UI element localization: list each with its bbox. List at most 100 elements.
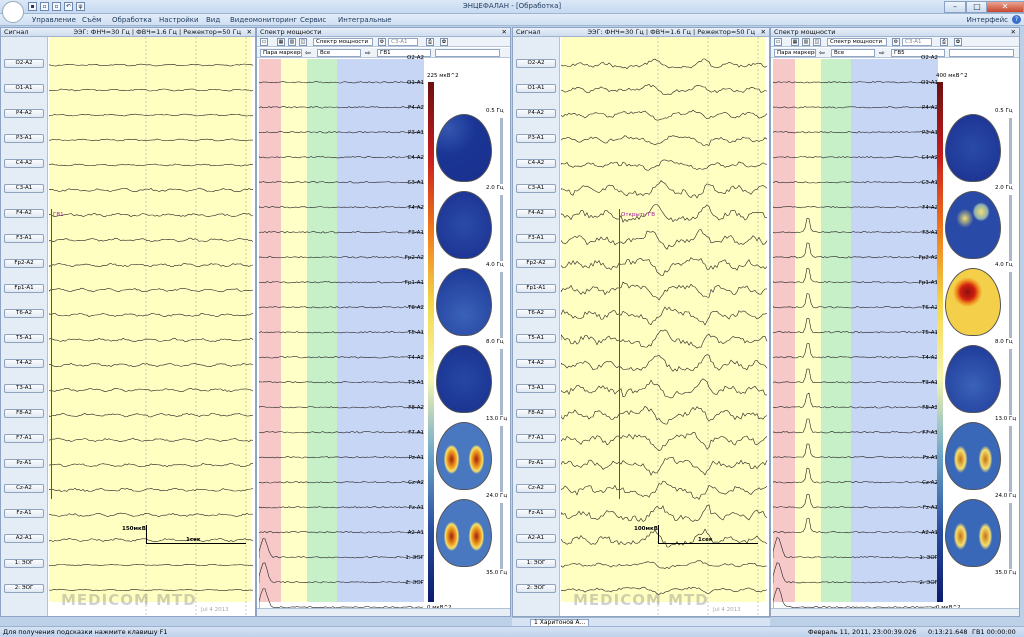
channel-button[interactable]: F8-A2	[4, 409, 44, 418]
channel-button[interactable]: Fz-A1	[516, 509, 556, 518]
menu-item-settings[interactable]: Настройки	[159, 16, 199, 24]
menu-item-integral[interactable]: Интегральные	[338, 16, 392, 24]
bars-icon[interactable]: ▥	[288, 38, 296, 46]
channel-button[interactable]: P4-A2	[4, 109, 44, 118]
frequency-slider[interactable]	[1009, 272, 1012, 338]
channel-button[interactable]: T5-A1	[516, 334, 556, 343]
close-icon[interactable]: ✕	[761, 28, 766, 37]
chart-icon[interactable]: ◫	[813, 38, 821, 46]
channel-button[interactable]: Fz-A1	[4, 509, 44, 518]
marker-label[interactable]: ГВ1	[53, 212, 64, 218]
menu-item-recording[interactable]: Съём	[82, 16, 101, 24]
channel-button[interactable]: P3-A1	[516, 134, 556, 143]
channel-button[interactable]: T6-A2	[516, 309, 556, 318]
channel-button[interactable]: F3-A1	[516, 234, 556, 243]
channel-button[interactable]: F4-A2	[516, 209, 556, 218]
print-icon[interactable]: ⎙	[426, 38, 434, 46]
lead-dropdown[interactable]: C3-A1	[902, 38, 932, 46]
channel-button[interactable]: F4-A2	[4, 209, 44, 218]
channel-button[interactable]: 2: ЭОГ	[4, 584, 44, 593]
close-icon[interactable]: ✕	[247, 28, 252, 37]
channel-button[interactable]: T3-A1	[4, 384, 44, 393]
spectrum-mode-dropdown[interactable]: Спектр мощности	[313, 38, 373, 46]
grid-icon[interactable]: ▦	[277, 38, 285, 46]
channel-button[interactable]: T4-A2	[516, 359, 556, 368]
close-icon[interactable]: ✕	[1011, 28, 1016, 37]
channel-button[interactable]: F7-A1	[516, 434, 556, 443]
marker-line[interactable]	[619, 209, 620, 499]
palette-icon[interactable]: ✿	[954, 38, 962, 46]
maximize-button[interactable]: □	[966, 1, 988, 13]
channel-button[interactable]: T3-A1	[516, 384, 556, 393]
menu-item-processing[interactable]: Обработка	[112, 16, 152, 24]
channel-button[interactable]: 1: ЭОГ	[4, 559, 44, 568]
next-arrow-icon[interactable]: ⇨	[879, 49, 885, 57]
channel-button[interactable]: O1-A1	[516, 84, 556, 93]
frequency-slider[interactable]	[1009, 195, 1012, 261]
channel-button[interactable]: Cz-A2	[516, 484, 556, 493]
spectrum-mode-dropdown[interactable]: Спектр мощности	[827, 38, 887, 46]
frequency-slider[interactable]	[500, 349, 503, 415]
lead-icon[interactable]: ⚙	[892, 38, 900, 46]
marker-line[interactable]	[51, 209, 52, 499]
channel-button[interactable]: F3-A1	[4, 234, 44, 243]
channel-button[interactable]: T6-A2	[4, 309, 44, 318]
keyboard-icon[interactable]: ▭	[774, 38, 782, 46]
channel-button[interactable]: P4-A2	[516, 109, 556, 118]
extra-dropdown[interactable]	[435, 49, 500, 57]
channel-button[interactable]: T5-A1	[4, 334, 44, 343]
prev-arrow-icon[interactable]: ⇦	[305, 49, 311, 57]
marker-filter-dropdown[interactable]: Все	[831, 49, 875, 57]
menu-item-video[interactable]: Видеомониторинг	[230, 16, 297, 24]
help-icon[interactable]: ?	[1012, 15, 1021, 24]
channel-button[interactable]: F8-A2	[516, 409, 556, 418]
marker-pair-dropdown[interactable]: Пара маркеров	[774, 49, 816, 57]
channel-button[interactable]: Pz-A1	[516, 459, 556, 468]
menu-item-control[interactable]: Управление	[32, 16, 76, 24]
frequency-slider[interactable]	[500, 272, 503, 338]
app-logo-icon[interactable]	[2, 1, 24, 23]
chart-icon[interactable]: ◫	[299, 38, 307, 46]
lead-icon[interactable]: ⚙	[378, 38, 386, 46]
channel-button[interactable]: C3-A1	[516, 184, 556, 193]
channel-button[interactable]: Cz-A2	[4, 484, 44, 493]
channel-button[interactable]: O2-A2	[4, 59, 44, 68]
close-button[interactable]: ✕	[986, 1, 1024, 13]
channel-button[interactable]: Fp2-A2	[4, 259, 44, 268]
keyboard-icon[interactable]: ▭	[260, 38, 268, 46]
close-icon[interactable]: ✕	[502, 28, 507, 37]
extra-dropdown[interactable]	[949, 49, 1014, 57]
lead-dropdown[interactable]: C3-A1	[388, 38, 418, 46]
menu-item-service[interactable]: Сервис	[300, 16, 326, 24]
marker-label[interactable]: Открыть ГВ	[621, 212, 655, 218]
next-arrow-icon[interactable]: ⇨	[365, 49, 371, 57]
channel-button[interactable]: A2-A1	[4, 534, 44, 543]
channel-button[interactable]: P3-A1	[4, 134, 44, 143]
frequency-slider[interactable]	[1009, 503, 1012, 569]
channel-button[interactable]: F7-A1	[4, 434, 44, 443]
channel-button[interactable]: Pz-A1	[4, 459, 44, 468]
channel-button[interactable]: Fp2-A2	[516, 259, 556, 268]
channel-button[interactable]: Fp1-A1	[4, 284, 44, 293]
marker-filter-dropdown[interactable]: Все	[317, 49, 361, 57]
channel-button[interactable]: Fp1-A1	[516, 284, 556, 293]
bars-icon[interactable]: ▥	[802, 38, 810, 46]
channel-button[interactable]: 1: ЭОГ	[516, 559, 556, 568]
frequency-slider[interactable]	[500, 503, 503, 569]
frequency-slider[interactable]	[1009, 349, 1012, 415]
channel-button[interactable]: O1-A1	[4, 84, 44, 93]
frequency-slider[interactable]	[1009, 426, 1012, 492]
frequency-slider[interactable]	[500, 195, 503, 261]
channel-button[interactable]: T4-A2	[4, 359, 44, 368]
channel-button[interactable]: O2-A2	[516, 59, 556, 68]
channel-button[interactable]: C3-A1	[4, 184, 44, 193]
marker-pair-dropdown[interactable]: Пара маркеров	[260, 49, 302, 57]
spectrum-scrollbar[interactable]	[771, 608, 1019, 616]
channel-button[interactable]: A2-A1	[516, 534, 556, 543]
channel-button[interactable]: C4-A2	[516, 159, 556, 168]
frequency-slider[interactable]	[1009, 118, 1012, 184]
channel-button[interactable]: C4-A2	[4, 159, 44, 168]
minimize-button[interactable]: –	[944, 1, 966, 13]
print-icon[interactable]: ⎙	[940, 38, 948, 46]
frequency-slider[interactable]	[500, 118, 503, 184]
